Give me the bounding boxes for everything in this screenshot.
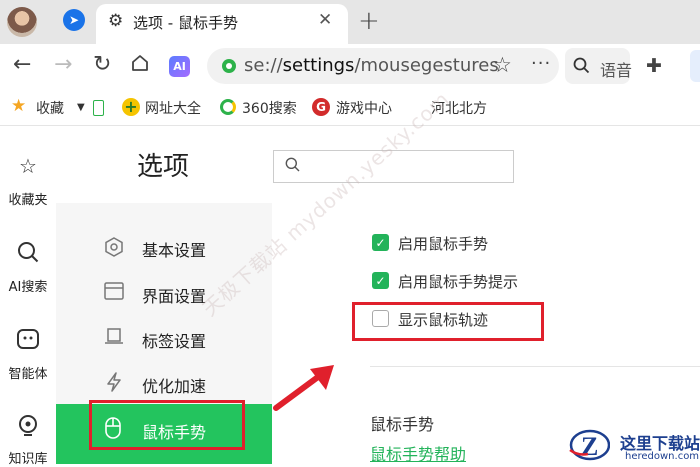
chevron-down-icon[interactable]: ▼	[77, 102, 85, 113]
game-icon: G	[312, 98, 330, 116]
360-search-icon	[220, 99, 236, 115]
phone-icon[interactable]	[93, 100, 104, 116]
bookmark-game-center[interactable]: 游戏中心	[336, 98, 392, 118]
option-label-enable-gestures[interactable]: 启用鼠标手势	[398, 233, 488, 254]
help-link[interactable]: 鼠标手势帮助	[370, 441, 466, 465]
toolbar-search-text: 语音	[600, 61, 633, 80]
option-label-enable-gesture-tips[interactable]: 启用鼠标手势提示	[398, 271, 518, 292]
new-tab-button[interactable]: +	[358, 6, 380, 36]
lightning-icon	[107, 372, 121, 392]
ai-button[interactable]: AI	[169, 56, 190, 77]
search-icon	[285, 157, 300, 172]
page-title: 选项	[137, 152, 190, 182]
more-icon[interactable]: ···	[531, 53, 551, 74]
hexagon-icon	[105, 237, 123, 257]
sidebar-item-knowledge[interactable]: 知识库	[0, 448, 56, 467]
highlight-box-nav	[89, 400, 245, 450]
avatar[interactable]	[7, 7, 37, 37]
back-icon[interactable]: ←	[13, 52, 31, 77]
sidebar-item-agents[interactable]: 智能体	[0, 363, 56, 382]
bookmark-nav-directory[interactable]: 网址大全	[145, 98, 201, 118]
sidebar-item-favorites[interactable]: 收藏夹	[0, 189, 56, 208]
bookmark-star-icon[interactable]: ☆	[493, 53, 512, 77]
sidebar-item-ai-search[interactable]: AI搜索	[0, 276, 56, 295]
gear-icon: ⚙	[108, 11, 124, 31]
window-icon	[104, 282, 124, 300]
svg-text:Z: Z	[581, 432, 598, 461]
divider	[370, 366, 700, 367]
url-text[interactable]: se://settings/mousegestures	[244, 55, 499, 76]
tab-icon	[105, 328, 123, 344]
nav-item-tabs[interactable]: 标签设置	[142, 328, 206, 352]
reload-icon[interactable]: ↻	[93, 52, 111, 77]
security-icon[interactable]	[222, 59, 236, 73]
checkbox-enable-gestures[interactable]: ✓	[372, 234, 389, 251]
checkbox-enable-gesture-tips[interactable]: ✓	[372, 272, 389, 289]
nav-item-optimize[interactable]: 优化加速	[142, 373, 206, 397]
extensions-icon[interactable]: ✚	[646, 55, 662, 77]
search-icon	[573, 57, 590, 74]
section-title: 鼠标手势	[370, 415, 435, 434]
compass-icon[interactable]: ➤	[63, 9, 85, 31]
site-logo-domain: heredown.com	[625, 451, 700, 462]
forward-icon[interactable]: →	[54, 52, 72, 77]
site-logo-icon: Z	[569, 429, 610, 461]
bulb-icon[interactable]	[17, 414, 39, 438]
tab-title: 选项 - 鼠标手势	[133, 14, 238, 32]
home-icon[interactable]	[131, 54, 149, 72]
nav-item-interface[interactable]: 界面设置	[142, 283, 206, 307]
plus-circle-icon: +	[122, 98, 140, 116]
nav-item-basic[interactable]: 基本设置	[142, 237, 206, 261]
search-icon[interactable]	[17, 241, 39, 263]
tab-close-button[interactable]: ✕	[318, 10, 332, 30]
star-icon[interactable]: ☆	[16, 154, 40, 178]
annotation-arrow	[273, 365, 334, 411]
profile-button[interactable]	[690, 50, 700, 82]
star-icon: ★	[11, 96, 27, 116]
highlight-box-option	[352, 302, 544, 341]
bookmark-360-search[interactable]: 360搜索	[242, 98, 297, 118]
bookmark-favorites[interactable]: 收藏	[36, 98, 64, 118]
robot-icon[interactable]	[16, 328, 40, 350]
